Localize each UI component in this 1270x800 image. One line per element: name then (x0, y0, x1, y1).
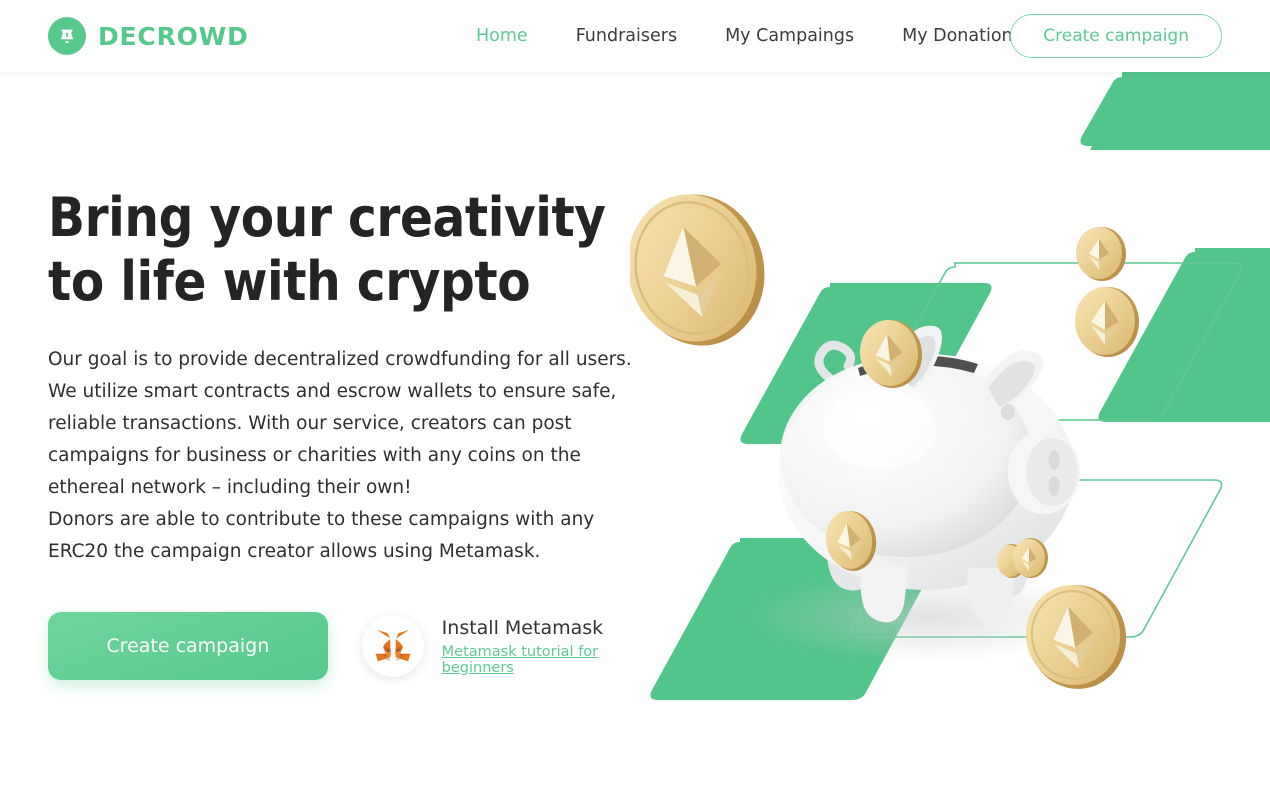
hero-content: Bring your creativity to life with crypt… (48, 186, 668, 680)
ethereum-coin-mid-right (1075, 287, 1139, 357)
ethereum-coin-small-topright (1076, 227, 1126, 281)
metamask-text: Install Metamask Metamask tutorial for b… (442, 617, 668, 676)
nav-item-my-campaings[interactable]: My Campaings (701, 26, 878, 46)
hero-cta-row: Create campaign Install Metamask Metamas… (48, 612, 668, 680)
brand-logo[interactable]: DECROWD (48, 17, 249, 55)
nav-item-home[interactable]: Home (476, 26, 552, 46)
brand-name: DECROWD (98, 21, 249, 51)
bell-icon (48, 17, 86, 55)
metamask-tutorial-link[interactable]: Metamask tutorial for beginners (442, 644, 668, 676)
main-nav: Home Fundraisers My Campaings My Donatio… (476, 0, 1046, 72)
nav-item-fundraisers[interactable]: Fundraisers (552, 26, 701, 46)
create-campaign-button[interactable]: Create campaign (48, 612, 328, 680)
install-metamask-label: Install Metamask (441, 616, 604, 639)
header-create-campaign-button[interactable]: Create campaign (1010, 14, 1222, 58)
metamask-fox-icon (361, 615, 424, 677)
hero-illustration (630, 72, 1270, 712)
page-title: Bring your creativity to life with crypt… (48, 186, 606, 313)
hero-description: Our goal is to provide decentralized cro… (48, 349, 632, 562)
site-header: DECROWD Home Fundraisers My Campaings My… (0, 0, 1270, 72)
install-metamask-block[interactable]: Install Metamask Metamask tutorial for b… (361, 615, 668, 677)
piggy-bank-illustration (630, 72, 1270, 700)
